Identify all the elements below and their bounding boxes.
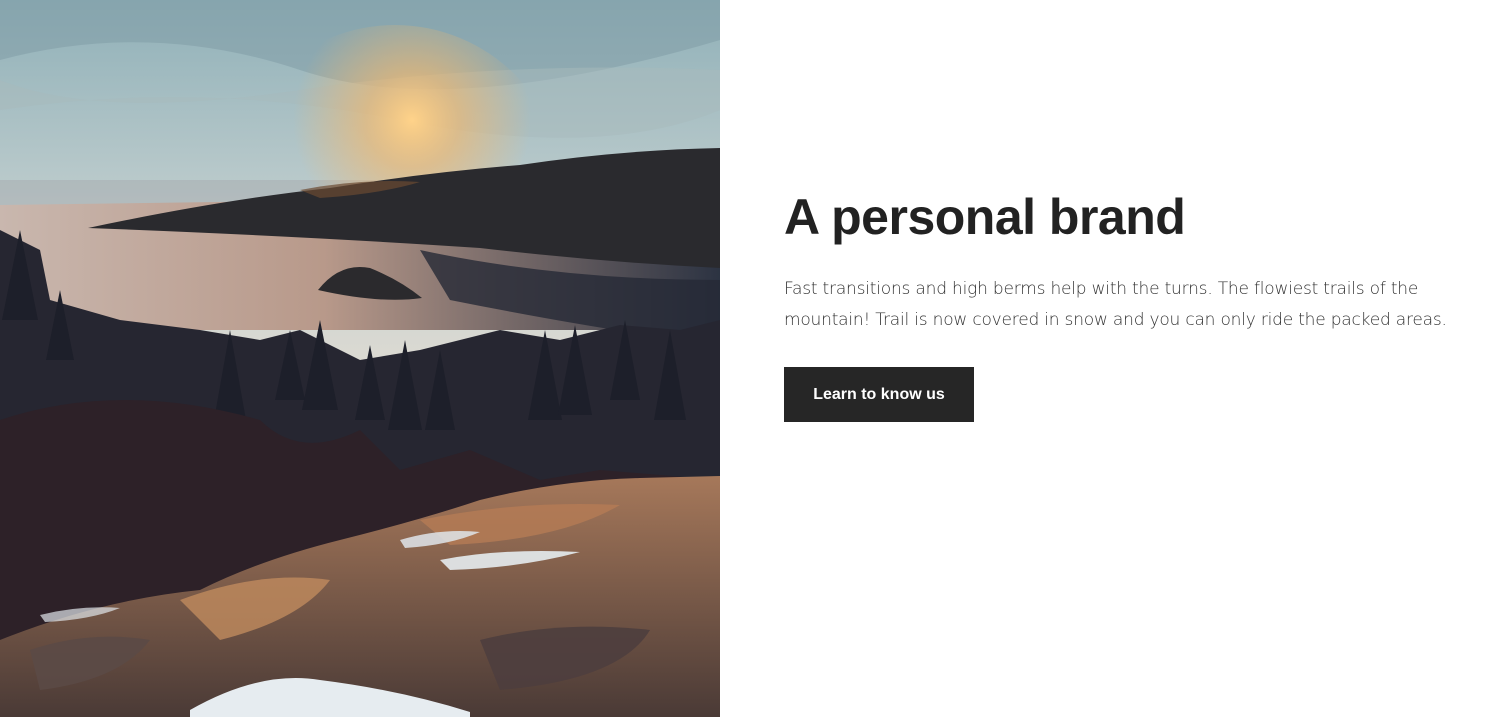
mountain-lake-image <box>0 0 720 717</box>
description-line-2: mountain! Trail is now covered in snow a… <box>784 310 1447 330</box>
section-title: A personal brand <box>784 189 1186 245</box>
learn-to-know-us-button[interactable]: Learn to know us <box>784 367 974 422</box>
description-line-1: Fast transitions and high berms help wit… <box>784 279 1419 299</box>
section-description: Fast transitions and high berms help wit… <box>784 274 1454 336</box>
image-with-text-section: A personal brand Fast transitions and hi… <box>0 0 1498 717</box>
text-content: A personal brand Fast transitions and hi… <box>784 0 1464 717</box>
